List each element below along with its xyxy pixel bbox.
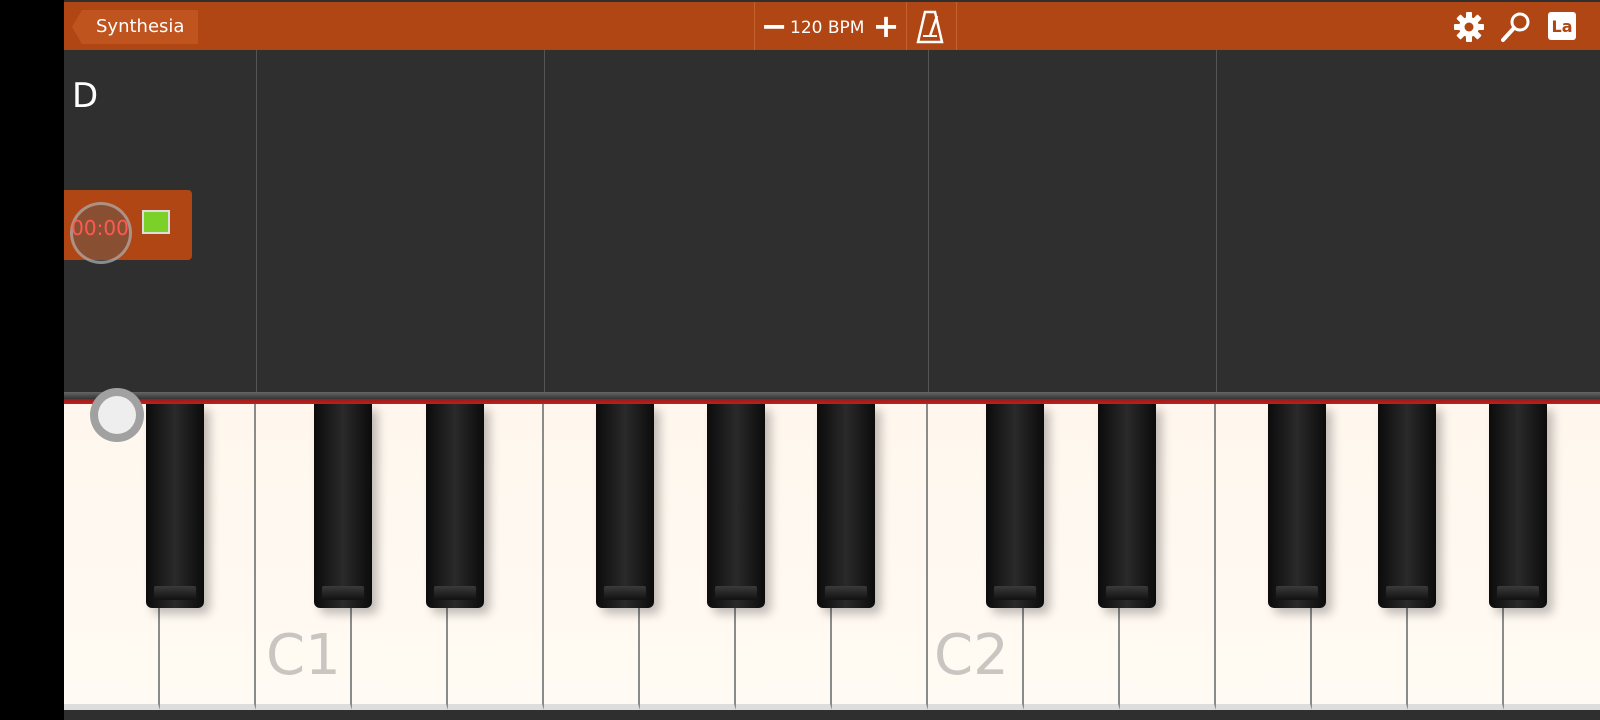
black-key[interactable] <box>1098 404 1156 608</box>
track-color-swatch[interactable] <box>142 210 170 234</box>
keyboard-scroll-handle[interactable] <box>90 388 144 442</box>
zoom-button[interactable] <box>1499 10 1533 44</box>
app-root: Synthesia − 120 BPM + La D 00:00 C1 C2 <box>64 0 1600 720</box>
keyboard-divider <box>64 392 1600 404</box>
settings-button[interactable] <box>1452 10 1486 44</box>
tempo-readout: 120 BPM <box>790 18 865 38</box>
black-key[interactable] <box>426 404 484 608</box>
track-panel: 00:00 <box>64 190 192 264</box>
tempo-decrease-button[interactable]: − <box>760 2 788 50</box>
black-key[interactable] <box>1378 404 1436 608</box>
octave-label-c2: C2 <box>934 623 1009 688</box>
black-key[interactable] <box>1489 404 1547 608</box>
toolbar-divider <box>956 2 957 50</box>
black-key[interactable] <box>596 404 654 608</box>
black-key[interactable] <box>817 404 875 608</box>
black-key[interactable] <box>1268 404 1326 608</box>
toolbar-divider <box>906 2 907 50</box>
beat-line <box>544 50 545 396</box>
metronome-icon <box>916 10 944 44</box>
black-key[interactable] <box>314 404 372 608</box>
key-label: D <box>72 76 99 116</box>
zoom-icon <box>1501 12 1530 42</box>
octave-label-c1: C1 <box>266 623 341 688</box>
beat-line <box>1216 50 1217 396</box>
gear-icon <box>1454 12 1484 42</box>
note-label-button[interactable]: La <box>1548 12 1576 40</box>
metronome-button[interactable] <box>914 10 946 44</box>
back-button[interactable]: Synthesia <box>72 10 199 44</box>
tempo-control: − 120 BPM + <box>754 2 906 50</box>
tempo-increase-button[interactable]: + <box>872 2 900 50</box>
black-key[interactable] <box>707 404 765 608</box>
timer-readout: 00:00 <box>71 216 129 240</box>
note-timeline[interactable]: D 00:00 <box>64 50 1600 396</box>
top-toolbar: Synthesia − 120 BPM + La <box>64 2 1600 50</box>
black-key[interactable] <box>146 404 204 608</box>
piano-keyboard[interactable]: C1 C2 <box>64 404 1600 720</box>
black-key[interactable] <box>986 404 1044 608</box>
beat-line <box>928 50 929 396</box>
beat-line <box>256 50 257 396</box>
